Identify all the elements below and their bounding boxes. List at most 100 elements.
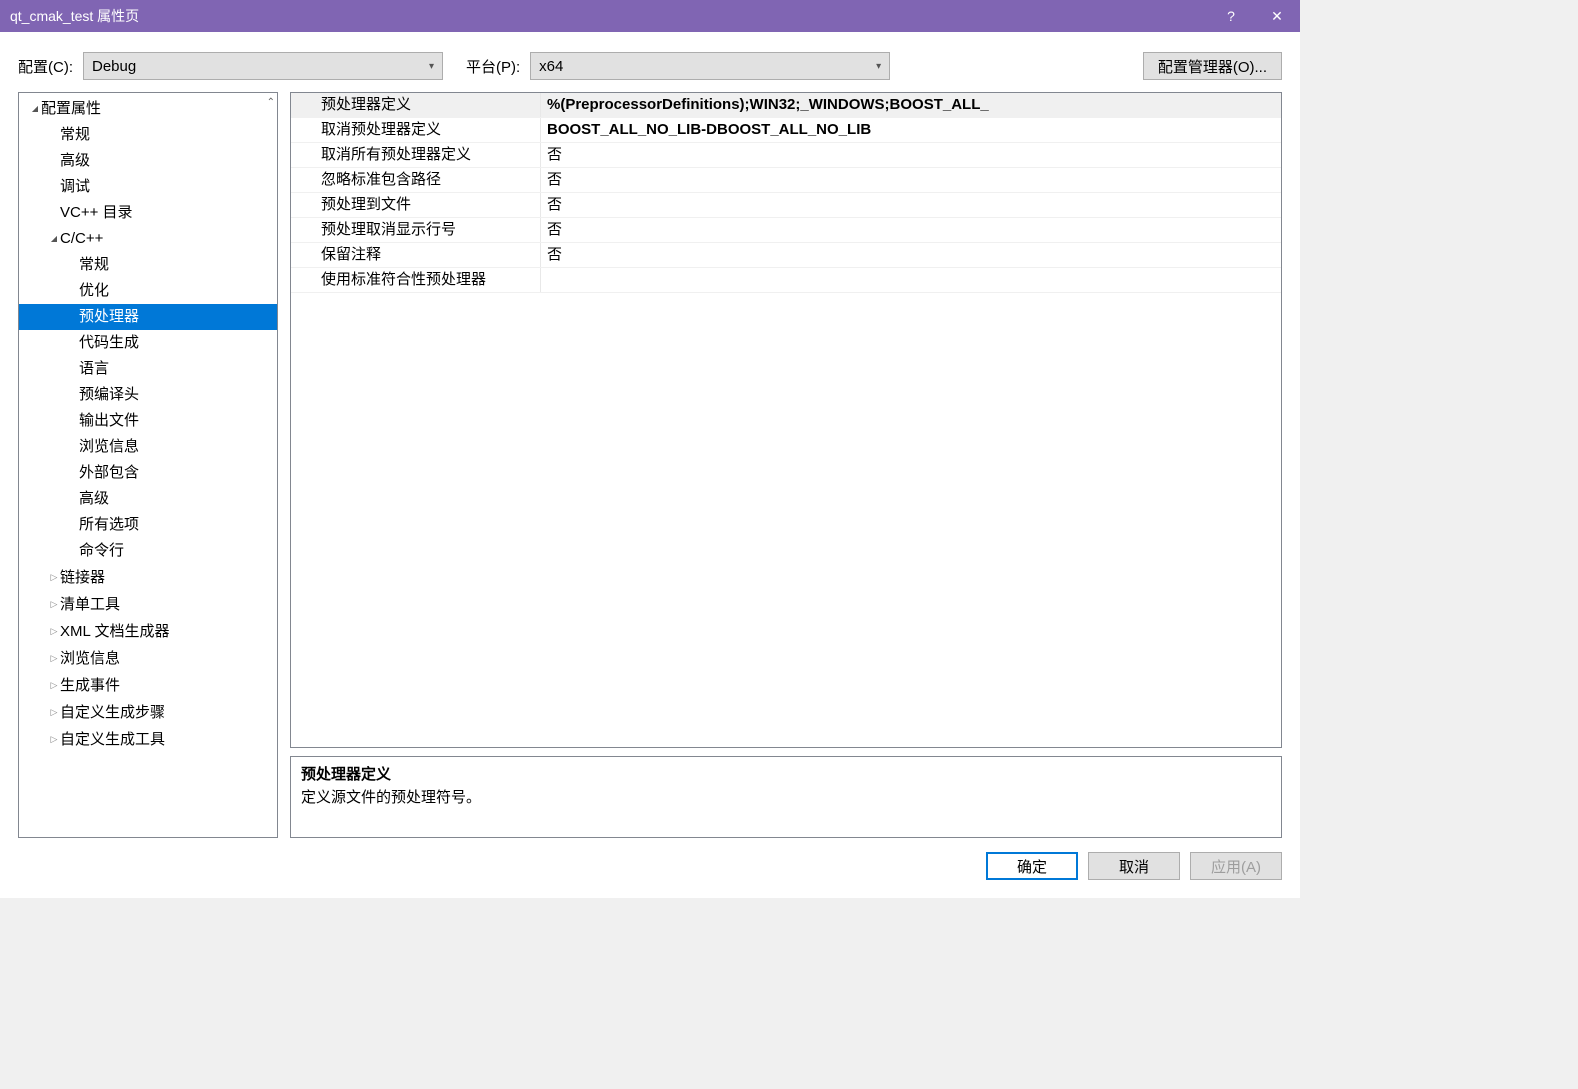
tree-item[interactable]: 所有选项 [19, 512, 277, 538]
tree-item[interactable]: 常规 [19, 252, 277, 278]
property-row[interactable]: 预处理到文件否 [291, 193, 1281, 218]
tree-item-label: 高级 [79, 488, 109, 510]
tree-item-label: 清单工具 [60, 594, 120, 616]
property-row[interactable]: 预处理器定义%(PreprocessorDefinitions);WIN32;_… [291, 93, 1281, 118]
property-label: 预处理到文件 [291, 193, 541, 217]
tree-item-label: 生成事件 [60, 675, 120, 697]
apply-button: 应用(A) [1190, 852, 1282, 880]
description-title: 预处理器定义 [301, 763, 1271, 784]
tree-item-label: 常规 [60, 124, 90, 146]
tree-item-label: 命令行 [79, 540, 124, 562]
tree-item[interactable]: 语言 [19, 356, 277, 382]
tree-item-label: 优化 [79, 280, 109, 302]
property-label: 使用标准符合性预处理器 [291, 268, 541, 292]
tree-item[interactable]: 高级 [19, 486, 277, 512]
property-value[interactable] [541, 268, 1281, 292]
tree-item[interactable]: C/C++ [19, 226, 277, 252]
tree-item[interactable]: 外部包含 [19, 460, 277, 486]
cancel-button[interactable]: 取消 [1088, 852, 1180, 880]
tree-item[interactable]: 清单工具 [19, 591, 277, 618]
tree-item[interactable]: 高级 [19, 148, 277, 174]
tree-item-label: 外部包含 [79, 462, 139, 484]
tree-item[interactable]: XML 文档生成器 [19, 618, 277, 645]
tree-item-label: C/C++ [60, 228, 103, 250]
property-row[interactable]: 使用标准符合性预处理器 [291, 268, 1281, 293]
config-label: 配置(C): [18, 56, 73, 77]
property-label: 保留注释 [291, 243, 541, 267]
ok-button[interactable]: 确定 [986, 852, 1078, 880]
property-label: 取消所有预处理器定义 [291, 143, 541, 167]
tree-expand-closed-icon[interactable] [48, 701, 60, 724]
tree-item[interactable]: 浏览信息 [19, 434, 277, 460]
tree-item-label: 调试 [60, 176, 90, 198]
tree-item[interactable]: 生成事件 [19, 672, 277, 699]
tree-item[interactable]: 自定义生成步骤 [19, 699, 277, 726]
tree-item-label: 自定义生成工具 [60, 729, 165, 751]
tree-item-label: 预编译头 [79, 384, 139, 406]
tree-expand-closed-icon[interactable] [48, 728, 60, 751]
property-value[interactable]: 否 [541, 143, 1281, 167]
tree-item[interactable]: 命令行 [19, 538, 277, 564]
property-row[interactable]: 取消预处理器定义BOOST_ALL_NO_LIB-DBOOST_ALL_NO_L… [291, 118, 1281, 143]
tree-panel[interactable]: ⌃ 配置属性常规高级调试VC++ 目录C/C++常规优化预处理器代码生成语言预编… [18, 92, 278, 838]
properties-grid[interactable]: 预处理器定义%(PreprocessorDefinitions);WIN32;_… [290, 92, 1282, 748]
property-value[interactable]: 否 [541, 193, 1281, 217]
main-area: ⌃ 配置属性常规高级调试VC++ 目录C/C++常规优化预处理器代码生成语言预编… [0, 92, 1300, 838]
tree-item-label: 预处理器 [79, 306, 139, 328]
tree-item[interactable]: 浏览信息 [19, 645, 277, 672]
tree-expand-closed-icon[interactable] [48, 620, 60, 643]
scroll-up-icon: ⌃ [267, 97, 275, 108]
tree-item[interactable]: 优化 [19, 278, 277, 304]
tree-item-label: 高级 [60, 150, 90, 172]
property-value[interactable]: %(PreprocessorDefinitions);WIN32;_WINDOW… [541, 93, 1281, 117]
property-value[interactable]: BOOST_ALL_NO_LIB-DBOOST_ALL_NO_LIB [541, 118, 1281, 142]
tree-item-label: 自定义生成步骤 [60, 702, 165, 724]
property-value[interactable]: 否 [541, 243, 1281, 267]
tree-expand-open-icon[interactable] [29, 98, 41, 120]
right-panel: 预处理器定义%(PreprocessorDefinitions);WIN32;_… [290, 92, 1282, 838]
tree-item-label: VC++ 目录 [60, 202, 133, 224]
tree-item[interactable]: VC++ 目录 [19, 200, 277, 226]
platform-dropdown[interactable]: x64 ▾ [530, 52, 890, 80]
description-panel: 预处理器定义 定义源文件的预处理符号。 [290, 756, 1282, 838]
chevron-down-icon: ▾ [876, 61, 881, 72]
window-title: qt_cmak_test 属性页 [10, 6, 1208, 26]
tree-item-label: 常规 [79, 254, 109, 276]
platform-dropdown-value: x64 [539, 58, 563, 75]
tree-item-label: 浏览信息 [60, 648, 120, 670]
tree-item[interactable]: 预编译头 [19, 382, 277, 408]
toolbar: 配置(C): Debug ▾ 平台(P): x64 ▾ 配置管理器(O)... [0, 32, 1300, 92]
footer: 确定 取消 应用(A) [0, 838, 1300, 898]
tree-expand-closed-icon[interactable] [48, 593, 60, 616]
property-row[interactable]: 预处理取消显示行号否 [291, 218, 1281, 243]
tree-item[interactable]: 调试 [19, 174, 277, 200]
platform-label: 平台(P): [466, 56, 520, 77]
titlebar-buttons: ? ✕ [1208, 0, 1300, 32]
property-row[interactable]: 忽略标准包含路径否 [291, 168, 1281, 193]
tree-item[interactable]: 输出文件 [19, 408, 277, 434]
tree-item[interactable]: 自定义生成工具 [19, 726, 277, 753]
tree-expand-closed-icon[interactable] [48, 674, 60, 697]
tree-expand-open-icon[interactable] [48, 228, 60, 250]
chevron-down-icon: ▾ [429, 61, 434, 72]
help-button[interactable]: ? [1208, 0, 1254, 32]
property-row[interactable]: 保留注释否 [291, 243, 1281, 268]
close-button[interactable]: ✕ [1254, 0, 1300, 32]
property-value[interactable]: 否 [541, 168, 1281, 192]
tree-item[interactable]: 预处理器 [19, 304, 277, 330]
tree-item[interactable]: 常规 [19, 122, 277, 148]
tree-item-label: 链接器 [60, 567, 105, 589]
tree-item[interactable]: 配置属性 [19, 96, 277, 122]
property-value[interactable]: 否 [541, 218, 1281, 242]
property-label: 预处理器定义 [291, 93, 541, 117]
tree-expand-closed-icon[interactable] [48, 647, 60, 670]
config-dropdown[interactable]: Debug ▾ [83, 52, 443, 80]
tree-item-label: 配置属性 [41, 98, 101, 120]
tree-expand-closed-icon[interactable] [48, 566, 60, 589]
tree-item[interactable]: 链接器 [19, 564, 277, 591]
config-manager-button[interactable]: 配置管理器(O)... [1143, 52, 1282, 80]
tree-item[interactable]: 代码生成 [19, 330, 277, 356]
property-label: 取消预处理器定义 [291, 118, 541, 142]
titlebar: qt_cmak_test 属性页 ? ✕ [0, 0, 1300, 32]
property-row[interactable]: 取消所有预处理器定义否 [291, 143, 1281, 168]
